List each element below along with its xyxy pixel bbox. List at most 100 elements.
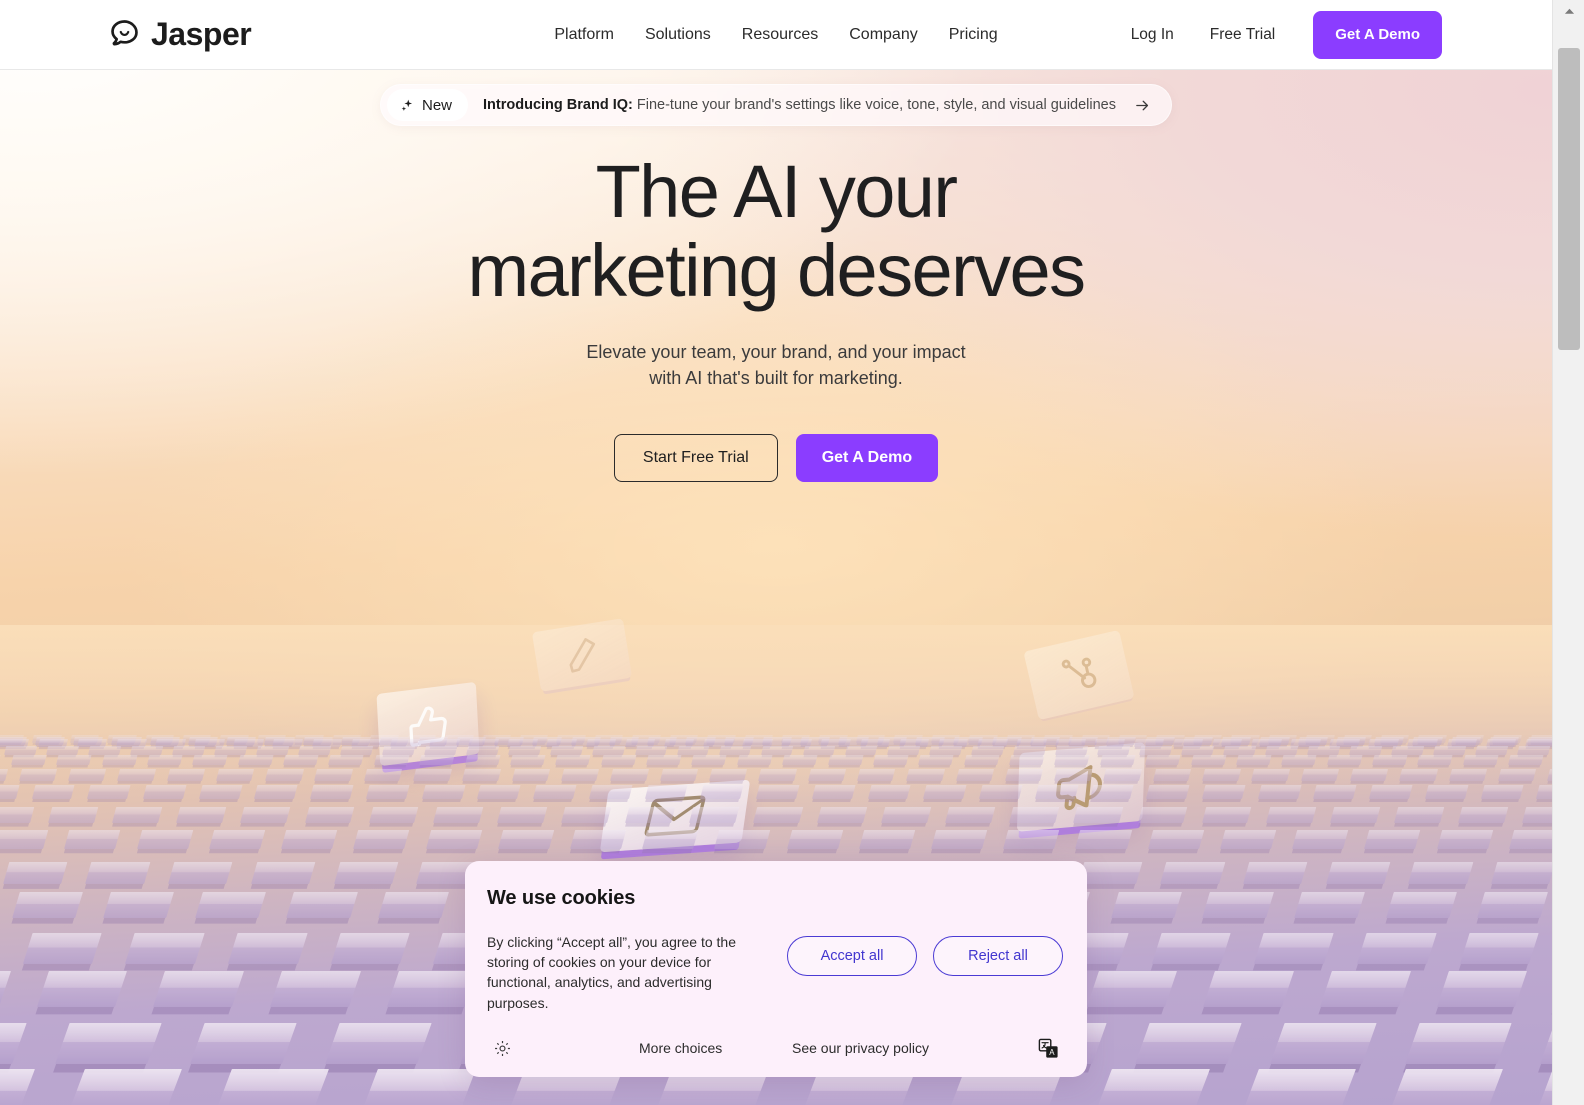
block bbox=[153, 971, 245, 1007]
block bbox=[1417, 754, 1453, 766]
block bbox=[1436, 971, 1528, 1007]
block bbox=[1457, 807, 1509, 824]
more-choices-link[interactable]: More choices bbox=[639, 1040, 722, 1056]
scroll-up-arrow[interactable] bbox=[1553, 0, 1584, 22]
block bbox=[756, 784, 800, 799]
block bbox=[736, 754, 773, 766]
block bbox=[918, 754, 954, 766]
block bbox=[1459, 932, 1540, 964]
jasper-smiley-icon bbox=[111, 20, 138, 46]
block bbox=[1202, 891, 1274, 919]
accept-all-button[interactable]: Accept all bbox=[787, 935, 917, 976]
block bbox=[811, 784, 856, 799]
block bbox=[1372, 754, 1408, 766]
block bbox=[1497, 769, 1537, 782]
get-a-demo-button-hero[interactable]: Get A Demo bbox=[795, 434, 939, 483]
free-trial-link[interactable]: Free Trial bbox=[1192, 26, 1293, 44]
block bbox=[237, 754, 274, 766]
block bbox=[1009, 807, 1060, 824]
block bbox=[67, 769, 107, 782]
block bbox=[64, 829, 121, 849]
block bbox=[1265, 807, 1316, 824]
block bbox=[373, 754, 410, 766]
nav-item-pricing[interactable]: Pricing bbox=[949, 26, 998, 44]
nav-item-resources[interactable]: Resources bbox=[742, 26, 818, 44]
block bbox=[1135, 1022, 1242, 1064]
block bbox=[1491, 861, 1552, 884]
privacy-policy-link[interactable]: See our privacy policy bbox=[792, 1040, 929, 1056]
nav-item-platform[interactable]: Platform bbox=[554, 26, 614, 44]
block bbox=[644, 784, 688, 799]
block bbox=[497, 829, 554, 849]
block bbox=[509, 754, 546, 766]
block bbox=[142, 784, 187, 799]
get-a-demo-button-header[interactable]: Get A Demo bbox=[1313, 10, 1442, 59]
block bbox=[1254, 932, 1334, 964]
start-free-trial-button[interactable]: Start Free Trial bbox=[613, 434, 778, 483]
block bbox=[561, 769, 600, 782]
login-link[interactable]: Log In bbox=[1113, 26, 1192, 44]
block bbox=[1235, 754, 1272, 766]
block bbox=[1313, 784, 1357, 799]
block bbox=[1534, 1068, 1552, 1105]
block bbox=[215, 769, 255, 782]
block bbox=[782, 754, 818, 766]
browser-scrollbar[interactable] bbox=[1552, 0, 1584, 1105]
block bbox=[101, 754, 138, 766]
block bbox=[198, 784, 243, 799]
header-actions: Log In Free Trial Get A Demo bbox=[1113, 10, 1442, 59]
block bbox=[213, 1068, 329, 1105]
block bbox=[1292, 829, 1349, 849]
block bbox=[11, 891, 83, 919]
block bbox=[1251, 769, 1290, 782]
scrollbar-thumb[interactable] bbox=[1558, 48, 1580, 350]
block bbox=[283, 754, 319, 766]
block bbox=[0, 971, 11, 1007]
block bbox=[136, 829, 193, 849]
block bbox=[1146, 784, 1190, 799]
block bbox=[117, 769, 156, 782]
banner-arrow[interactable] bbox=[1134, 97, 1151, 114]
block bbox=[1350, 769, 1389, 782]
sparkle-icon bbox=[401, 99, 413, 111]
block bbox=[1257, 784, 1302, 799]
block bbox=[1408, 861, 1473, 884]
block bbox=[146, 754, 183, 766]
block bbox=[827, 754, 864, 766]
block bbox=[378, 891, 450, 919]
block bbox=[208, 829, 266, 849]
subhead-line-1: Elevate your team, your brand, and your … bbox=[586, 342, 966, 363]
block bbox=[413, 769, 452, 782]
block bbox=[1241, 1068, 1357, 1105]
block bbox=[432, 807, 483, 824]
reject-all-button[interactable]: Reject all bbox=[933, 935, 1063, 976]
block-row bbox=[0, 805, 1552, 824]
block bbox=[758, 769, 797, 782]
block bbox=[1152, 769, 1192, 782]
block bbox=[1393, 807, 1444, 824]
block bbox=[906, 769, 945, 782]
logo-wordmark: Jasper bbox=[151, 16, 252, 52]
block bbox=[1319, 971, 1411, 1007]
block bbox=[365, 784, 410, 799]
nav-item-company[interactable]: Company bbox=[849, 26, 917, 44]
block bbox=[689, 807, 740, 824]
jasper-logo[interactable]: Jasper bbox=[108, 16, 252, 53]
block bbox=[31, 784, 75, 799]
banner-lead: Introducing Brand IQ: bbox=[483, 97, 633, 113]
announcement-banner[interactable]: New Introducing Brand IQ: Fine-tune your… bbox=[380, 84, 1172, 126]
block bbox=[1054, 754, 1090, 766]
block-row bbox=[0, 754, 1552, 766]
cookie-settings-button[interactable] bbox=[493, 1039, 512, 1058]
block bbox=[190, 1022, 297, 1064]
page-viewport: Jasper Platform Solutions Resources Comp… bbox=[0, 0, 1552, 1105]
block bbox=[1151, 932, 1232, 964]
block bbox=[55, 1022, 162, 1064]
site-header: Jasper Platform Solutions Resources Comp… bbox=[0, 0, 1552, 70]
block bbox=[533, 784, 577, 799]
block bbox=[1369, 784, 1413, 799]
language-selector-button[interactable]: A bbox=[1038, 1038, 1059, 1059]
block bbox=[310, 784, 354, 799]
nav-item-solutions[interactable]: Solutions bbox=[645, 26, 711, 44]
block bbox=[1202, 769, 1241, 782]
